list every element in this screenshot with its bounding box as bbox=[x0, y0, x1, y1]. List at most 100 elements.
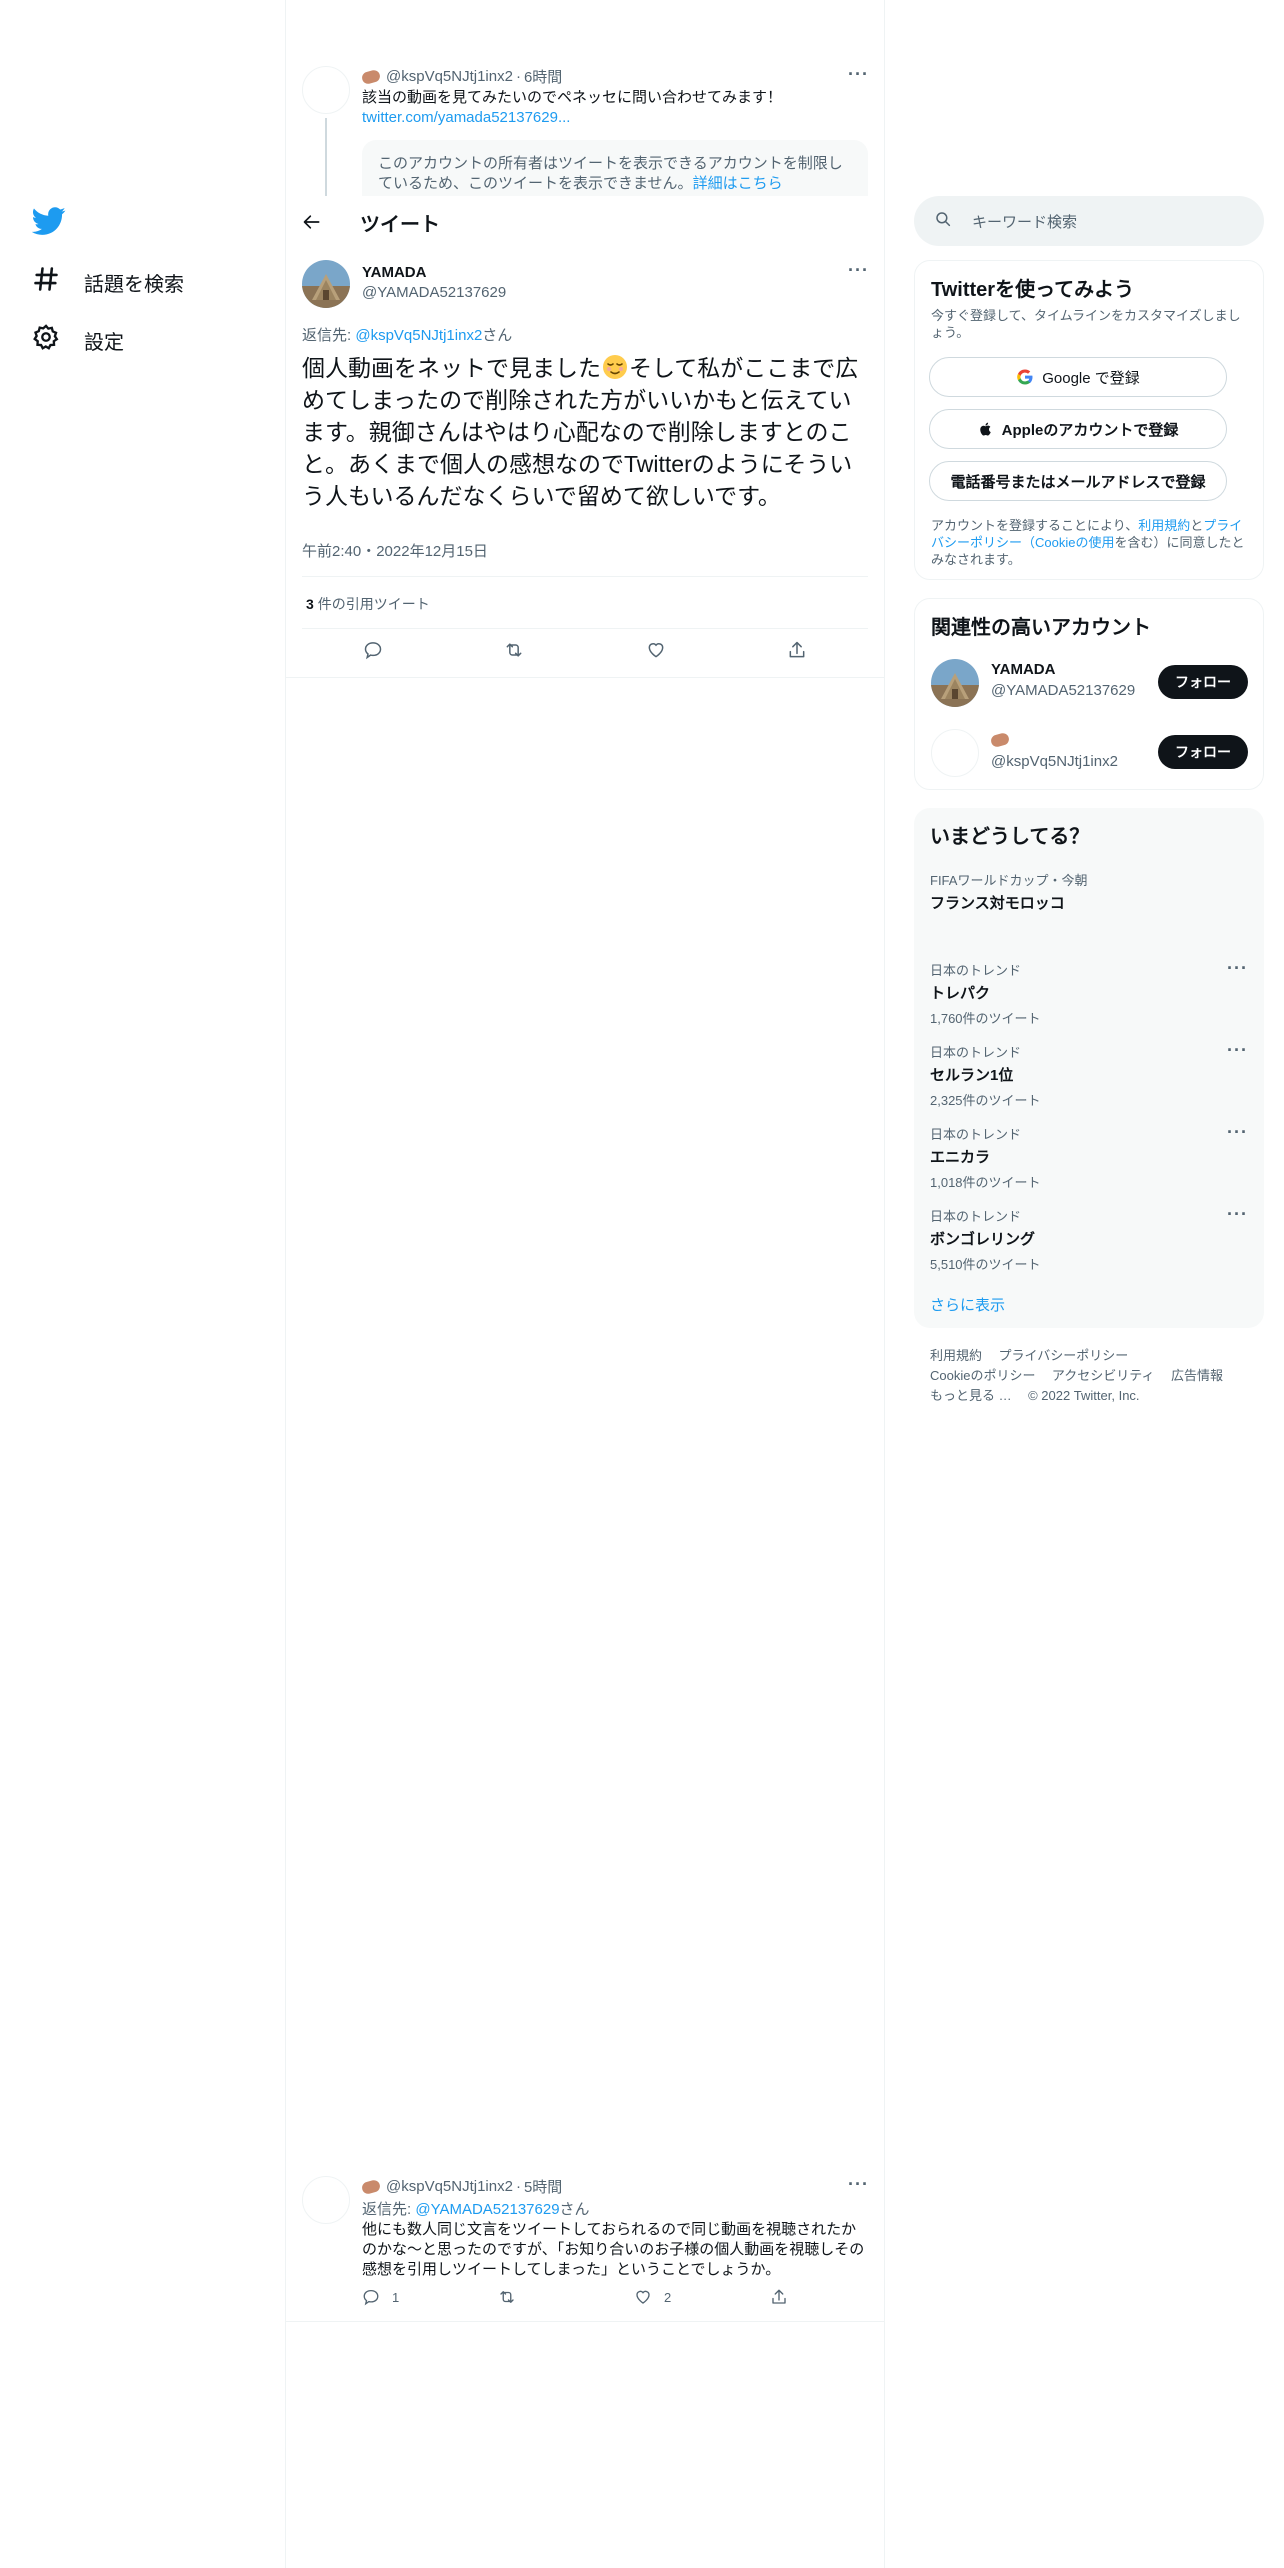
parent-tweet-link[interactable]: twitter.com/yamada52137629... bbox=[362, 108, 570, 128]
tweet-timestamp[interactable]: 午前2:40・2022年12月15日 bbox=[302, 540, 488, 561]
footer-privacy-link[interactable]: プライバシーポリシー bbox=[998, 1348, 1128, 1363]
reply-context: 返信先: @YAMADA52137629さん bbox=[362, 2201, 590, 2218]
nav-settings-label: 設定 bbox=[84, 331, 124, 354]
trend-item[interactable]: 日本のトレンド エニカラ 1,018件のツイート ··· bbox=[930, 1122, 1248, 1191]
more-icon[interactable]: ··· bbox=[848, 2174, 869, 2195]
signup-card: Twitterを使ってみよう 今すぐ登録して、タイムラインをカスタマイズしましょ… bbox=[914, 260, 1264, 580]
parent-tweet-meta: @kspVq5NJtj1inx2 · 6時間 bbox=[360, 66, 562, 87]
signup-subtitle: 今すぐ登録して、タイムラインをカスタマイズしましょう。 bbox=[931, 308, 1241, 340]
share-icon[interactable] bbox=[787, 640, 807, 665]
trends-title: いまどうしてる？ bbox=[930, 826, 1090, 848]
retweet-icon[interactable] bbox=[498, 2288, 516, 2309]
tweet-text: 個人動画をネットで見ました そして私がここまで広めてしまったので削除された方がいい… bbox=[302, 354, 859, 509]
nav-explore[interactable]: 話題を検索 bbox=[32, 260, 184, 304]
quote-tweets-count[interactable]: 3 件の引用ツイート bbox=[306, 594, 430, 614]
page-header: ツイート bbox=[286, 196, 884, 248]
bean-emoji-icon bbox=[989, 731, 1015, 749]
reply-to-link[interactable]: @kspVq5NJtj1inx2 bbox=[355, 327, 482, 344]
more-icon[interactable]: ··· bbox=[848, 260, 869, 281]
footer-copyright: © 2022 Twitter, Inc. bbox=[1028, 1388, 1140, 1403]
account-handle: @YAMADA52137629 bbox=[991, 682, 1136, 699]
page-title: ツイート bbox=[360, 213, 440, 236]
author-name[interactable]: YAMADA bbox=[362, 264, 426, 281]
cookie-link[interactable]: Cookieの使用 bbox=[1035, 535, 1114, 550]
footer: 利用規約 プライバシーポリシー Cookieのポリシー アクセシビリティ 広告情… bbox=[930, 1346, 1260, 1406]
main-tweet: YAMADA @YAMADA52137629 ··· 返信先: @kspVq5N… bbox=[286, 248, 884, 678]
hashtag-icon bbox=[32, 265, 60, 299]
nav-explore-label: 話題を検索 bbox=[84, 273, 184, 296]
avatar[interactable] bbox=[302, 260, 350, 308]
account-handle: @kspVq5NJtj1inx2 bbox=[991, 753, 1118, 770]
trends-card: いまどうしてる？ FIFAワールドカップ・今朝 フランス対モロッコ 日本のトレン… bbox=[914, 808, 1264, 1328]
footer-ads-link[interactable]: 広告情報 bbox=[1171, 1368, 1223, 1383]
more-icon[interactable]: ··· bbox=[1227, 958, 1248, 979]
relieved-face-emoji-icon bbox=[602, 354, 628, 380]
parent-tweet[interactable]: @kspVq5NJtj1inx2 · 6時間 ··· 該当の動画を見てみたいので… bbox=[286, 56, 884, 196]
footer-cookie-link[interactable]: Cookieのポリシー bbox=[930, 1368, 1035, 1383]
follow-button[interactable]: フォロー bbox=[1158, 665, 1248, 699]
avatar[interactable] bbox=[302, 66, 350, 114]
footer-terms-link[interactable]: 利用規約 bbox=[930, 1348, 982, 1363]
divider bbox=[302, 576, 868, 577]
google-signup-button[interactable]: Google で登録 bbox=[929, 357, 1227, 397]
retweet-icon[interactable] bbox=[504, 640, 524, 665]
apple-signup-button[interactable]: Appleのアカウントで登録 bbox=[929, 409, 1227, 449]
author-handle[interactable]: @YAMADA52137629 bbox=[362, 284, 506, 301]
trend-event[interactable]: FIFAワールドカップ・今朝 フランス対モロッコ bbox=[930, 870, 1248, 913]
related-title: 関連性の高いアカウント bbox=[931, 617, 1151, 639]
trend-item[interactable]: 日本のトレンド トレパク 1,760件のツイート ··· bbox=[930, 958, 1248, 1027]
column-divider-right bbox=[884, 0, 885, 2568]
bean-emoji-icon bbox=[360, 2178, 382, 2195]
quote-unavailable-box: このアカウントの所有者はツイートを表示できるアカウントを制限しているため、このツ… bbox=[362, 140, 868, 196]
parent-tweet-handle[interactable]: @kspVq5NJtj1inx2 bbox=[386, 68, 513, 85]
follow-button[interactable]: フォロー bbox=[1158, 735, 1248, 769]
signup-title: Twitterを使ってみよう bbox=[931, 279, 1135, 301]
reply-context: 返信先: @kspVq5NJtj1inx2さん bbox=[302, 327, 513, 344]
related-accounts-card: 関連性の高いアカウント YAMADA @YAMADA52137629 フォロー … bbox=[914, 598, 1264, 790]
related-account[interactable]: YAMADA @YAMADA52137629 フォロー bbox=[915, 651, 1265, 721]
reply-tweet-handle[interactable]: @kspVq5NJtj1inx2 bbox=[386, 2178, 513, 2195]
arrow-left-icon[interactable] bbox=[302, 210, 326, 234]
like-icon bbox=[636, 2290, 650, 2304]
reply-tweet[interactable]: @kspVq5NJtj1inx2 · 5時間 ··· 返信先: @YAMADA5… bbox=[286, 2170, 884, 2322]
avatar[interactable] bbox=[931, 659, 979, 707]
trend-item[interactable]: 日本のトレンド セルラン1位 2,325件のツイート ··· bbox=[930, 1040, 1248, 1109]
search-box[interactable]: キーワード検索 bbox=[914, 196, 1264, 246]
divider bbox=[286, 677, 884, 678]
show-more-link[interactable]: さらに表示 bbox=[930, 1294, 1005, 1315]
avatar[interactable] bbox=[931, 729, 979, 777]
footer-more-link[interactable]: もっと見る … bbox=[930, 1388, 1012, 1403]
account-name: YAMADA bbox=[991, 661, 1056, 678]
trend-item[interactable]: 日本のトレンド ボンゴレリング 5,510件のツイート ··· bbox=[930, 1204, 1248, 1273]
reply-action[interactable]: 1 bbox=[362, 2288, 399, 2306]
like-icon[interactable] bbox=[646, 640, 666, 665]
search-input[interactable]: キーワード検索 bbox=[972, 211, 1077, 232]
like-action[interactable]: 2 bbox=[634, 2288, 671, 2306]
google-icon bbox=[1017, 369, 1033, 385]
reply-tweet-meta: @kspVq5NJtj1inx2 · 5時間 bbox=[360, 2176, 562, 2197]
share-icon[interactable] bbox=[770, 2288, 788, 2309]
more-icon[interactable]: ··· bbox=[1227, 1204, 1248, 1225]
avatar[interactable] bbox=[302, 2176, 350, 2224]
learn-more-link[interactable]: 詳細はこちら bbox=[693, 175, 783, 192]
gear-icon bbox=[32, 323, 60, 357]
more-icon[interactable]: ··· bbox=[848, 64, 869, 85]
reply-tweet-actions: 1 2 bbox=[362, 2288, 802, 2308]
reply-to-link[interactable]: @YAMADA52137629 bbox=[415, 2201, 559, 2218]
reply-tweet-time[interactable]: 5時間 bbox=[524, 2176, 562, 2197]
reply-icon bbox=[363, 2289, 379, 2306]
more-icon[interactable]: ··· bbox=[1227, 1040, 1248, 1061]
tweet-actions bbox=[302, 629, 868, 675]
terms-link[interactable]: 利用規約 bbox=[1138, 518, 1190, 533]
reply-tweet-text: 他にも数人同じ文言をツイートしておられるので同じ動画を視聴されたかのかな〜と思っ… bbox=[362, 2221, 865, 2278]
bean-emoji-icon bbox=[360, 68, 382, 85]
related-account[interactable]: @kspVq5NJtj1inx2 フォロー bbox=[915, 723, 1265, 789]
thread-line bbox=[325, 118, 327, 196]
parent-tweet-time[interactable]: 6時間 bbox=[524, 66, 562, 87]
nav-settings[interactable]: 設定 bbox=[32, 318, 124, 362]
reply-icon[interactable] bbox=[363, 640, 383, 665]
twitter-bird-icon[interactable] bbox=[31, 204, 66, 238]
phone-email-signup-button[interactable]: 電話番号またはメールアドレスで登録 bbox=[929, 461, 1227, 501]
footer-accessibility-link[interactable]: アクセシビリティ bbox=[1052, 1368, 1155, 1383]
more-icon[interactable]: ··· bbox=[1227, 1122, 1248, 1143]
